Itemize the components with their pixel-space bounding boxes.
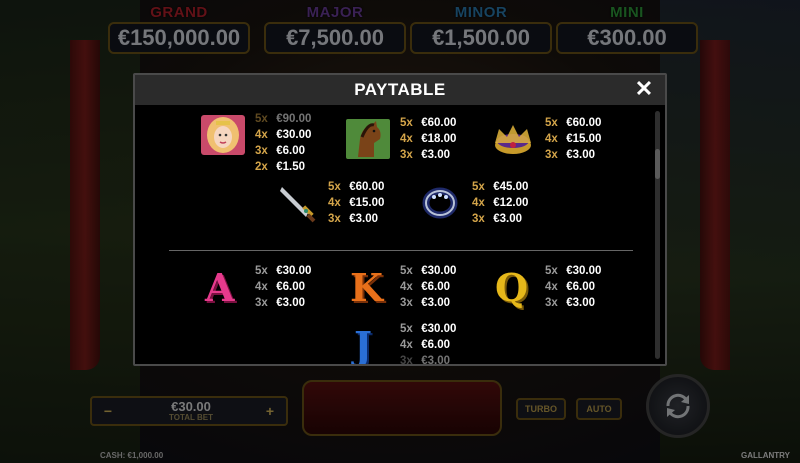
close-icon[interactable]: ✕ <box>633 78 655 100</box>
pay-row: 5x €30.00 <box>400 323 457 335</box>
pay-row: 4x €6.00 <box>400 281 450 293</box>
letter-j-icon: J <box>354 323 372 366</box>
pay-row: 4x €12.00 <box>472 197 529 209</box>
pay-row: 4x €6.00 <box>400 339 450 351</box>
pay-list: 5x €30.00 4x €6.00 3x €3.00 <box>255 265 325 313</box>
pay-row: 3x €3.00 <box>545 297 595 309</box>
pay-row: 3x €3.00 <box>328 213 378 225</box>
horse-icon <box>344 117 392 161</box>
pay-list: 5x €60.00 4x €18.00 3x €3.00 <box>400 117 470 165</box>
pay-row: 3x €3.00 <box>255 297 305 309</box>
pay-row: 5x €30.00 <box>545 265 602 277</box>
paytable-modal: PAYTABLE ✕ 5x €90.00 4x €30.00 3x €6.00 … <box>133 73 667 366</box>
pay-list: 5x €30.00 4x €6.00 3x €3.00 <box>400 265 470 313</box>
dagger-icon <box>272 181 320 225</box>
pay-row: 3x €3.00 <box>400 149 450 161</box>
letter-a-icon: A <box>205 265 235 310</box>
pay-row: 5x €90.00 <box>255 113 312 125</box>
pay-list: 5x €60.00 4x €15.00 3x €3.00 <box>545 117 615 165</box>
section-divider <box>169 250 633 251</box>
pay-list: 5x €30.00 4x €6.00 3x €3.00 <box>400 323 470 366</box>
pay-list: 5x €60.00 4x €15.00 3x €3.00 <box>328 181 398 229</box>
pay-row: 4x €15.00 <box>545 133 602 145</box>
pay-row: 4x €15.00 <box>328 197 385 209</box>
paytable-title: PAYTABLE <box>354 80 446 99</box>
pay-list: 5x €90.00 4x €30.00 3x €6.00 2x €1.50 <box>255 113 325 177</box>
pay-row: 3x €3.00 <box>472 213 522 225</box>
scrollbar-thumb[interactable] <box>655 149 660 179</box>
ring-icon <box>416 181 464 225</box>
pay-row: 5x €45.00 <box>472 181 529 193</box>
pay-list: 5x €45.00 4x €12.00 3x €3.00 <box>472 181 542 229</box>
pay-row: 2x €1.50 <box>255 161 305 173</box>
pay-row: 5x €60.00 <box>328 181 385 193</box>
crown-icon <box>489 117 537 161</box>
pay-row: 4x €18.00 <box>400 133 457 145</box>
pay-row: 3x €6.00 <box>255 145 305 157</box>
pay-row: 3x €3.00 <box>400 355 450 366</box>
paytable-scrollbar[interactable] <box>655 111 660 359</box>
pay-row: 3x €3.00 <box>545 149 595 161</box>
pay-row: 4x €6.00 <box>255 281 305 293</box>
pay-row: 5x €30.00 <box>255 265 312 277</box>
pay-row: 5x €30.00 <box>400 265 457 277</box>
pay-row: 4x €6.00 <box>545 281 595 293</box>
pay-row: 4x €30.00 <box>255 129 312 141</box>
game-screen: GRAND €150,000.00 MAJOR €7,500.00 MINOR … <box>0 0 800 463</box>
pay-row: 3x €3.00 <box>400 297 450 309</box>
pay-list: 5x €30.00 4x €6.00 3x €3.00 <box>545 265 615 313</box>
letter-q-icon: Q <box>495 265 529 310</box>
pay-row: 5x €60.00 <box>545 117 602 129</box>
paytable-header: PAYTABLE ✕ <box>135 75 665 105</box>
letter-k-icon: K <box>350 265 384 310</box>
princess-icon <box>199 113 247 157</box>
pay-row: 5x €60.00 <box>400 117 457 129</box>
